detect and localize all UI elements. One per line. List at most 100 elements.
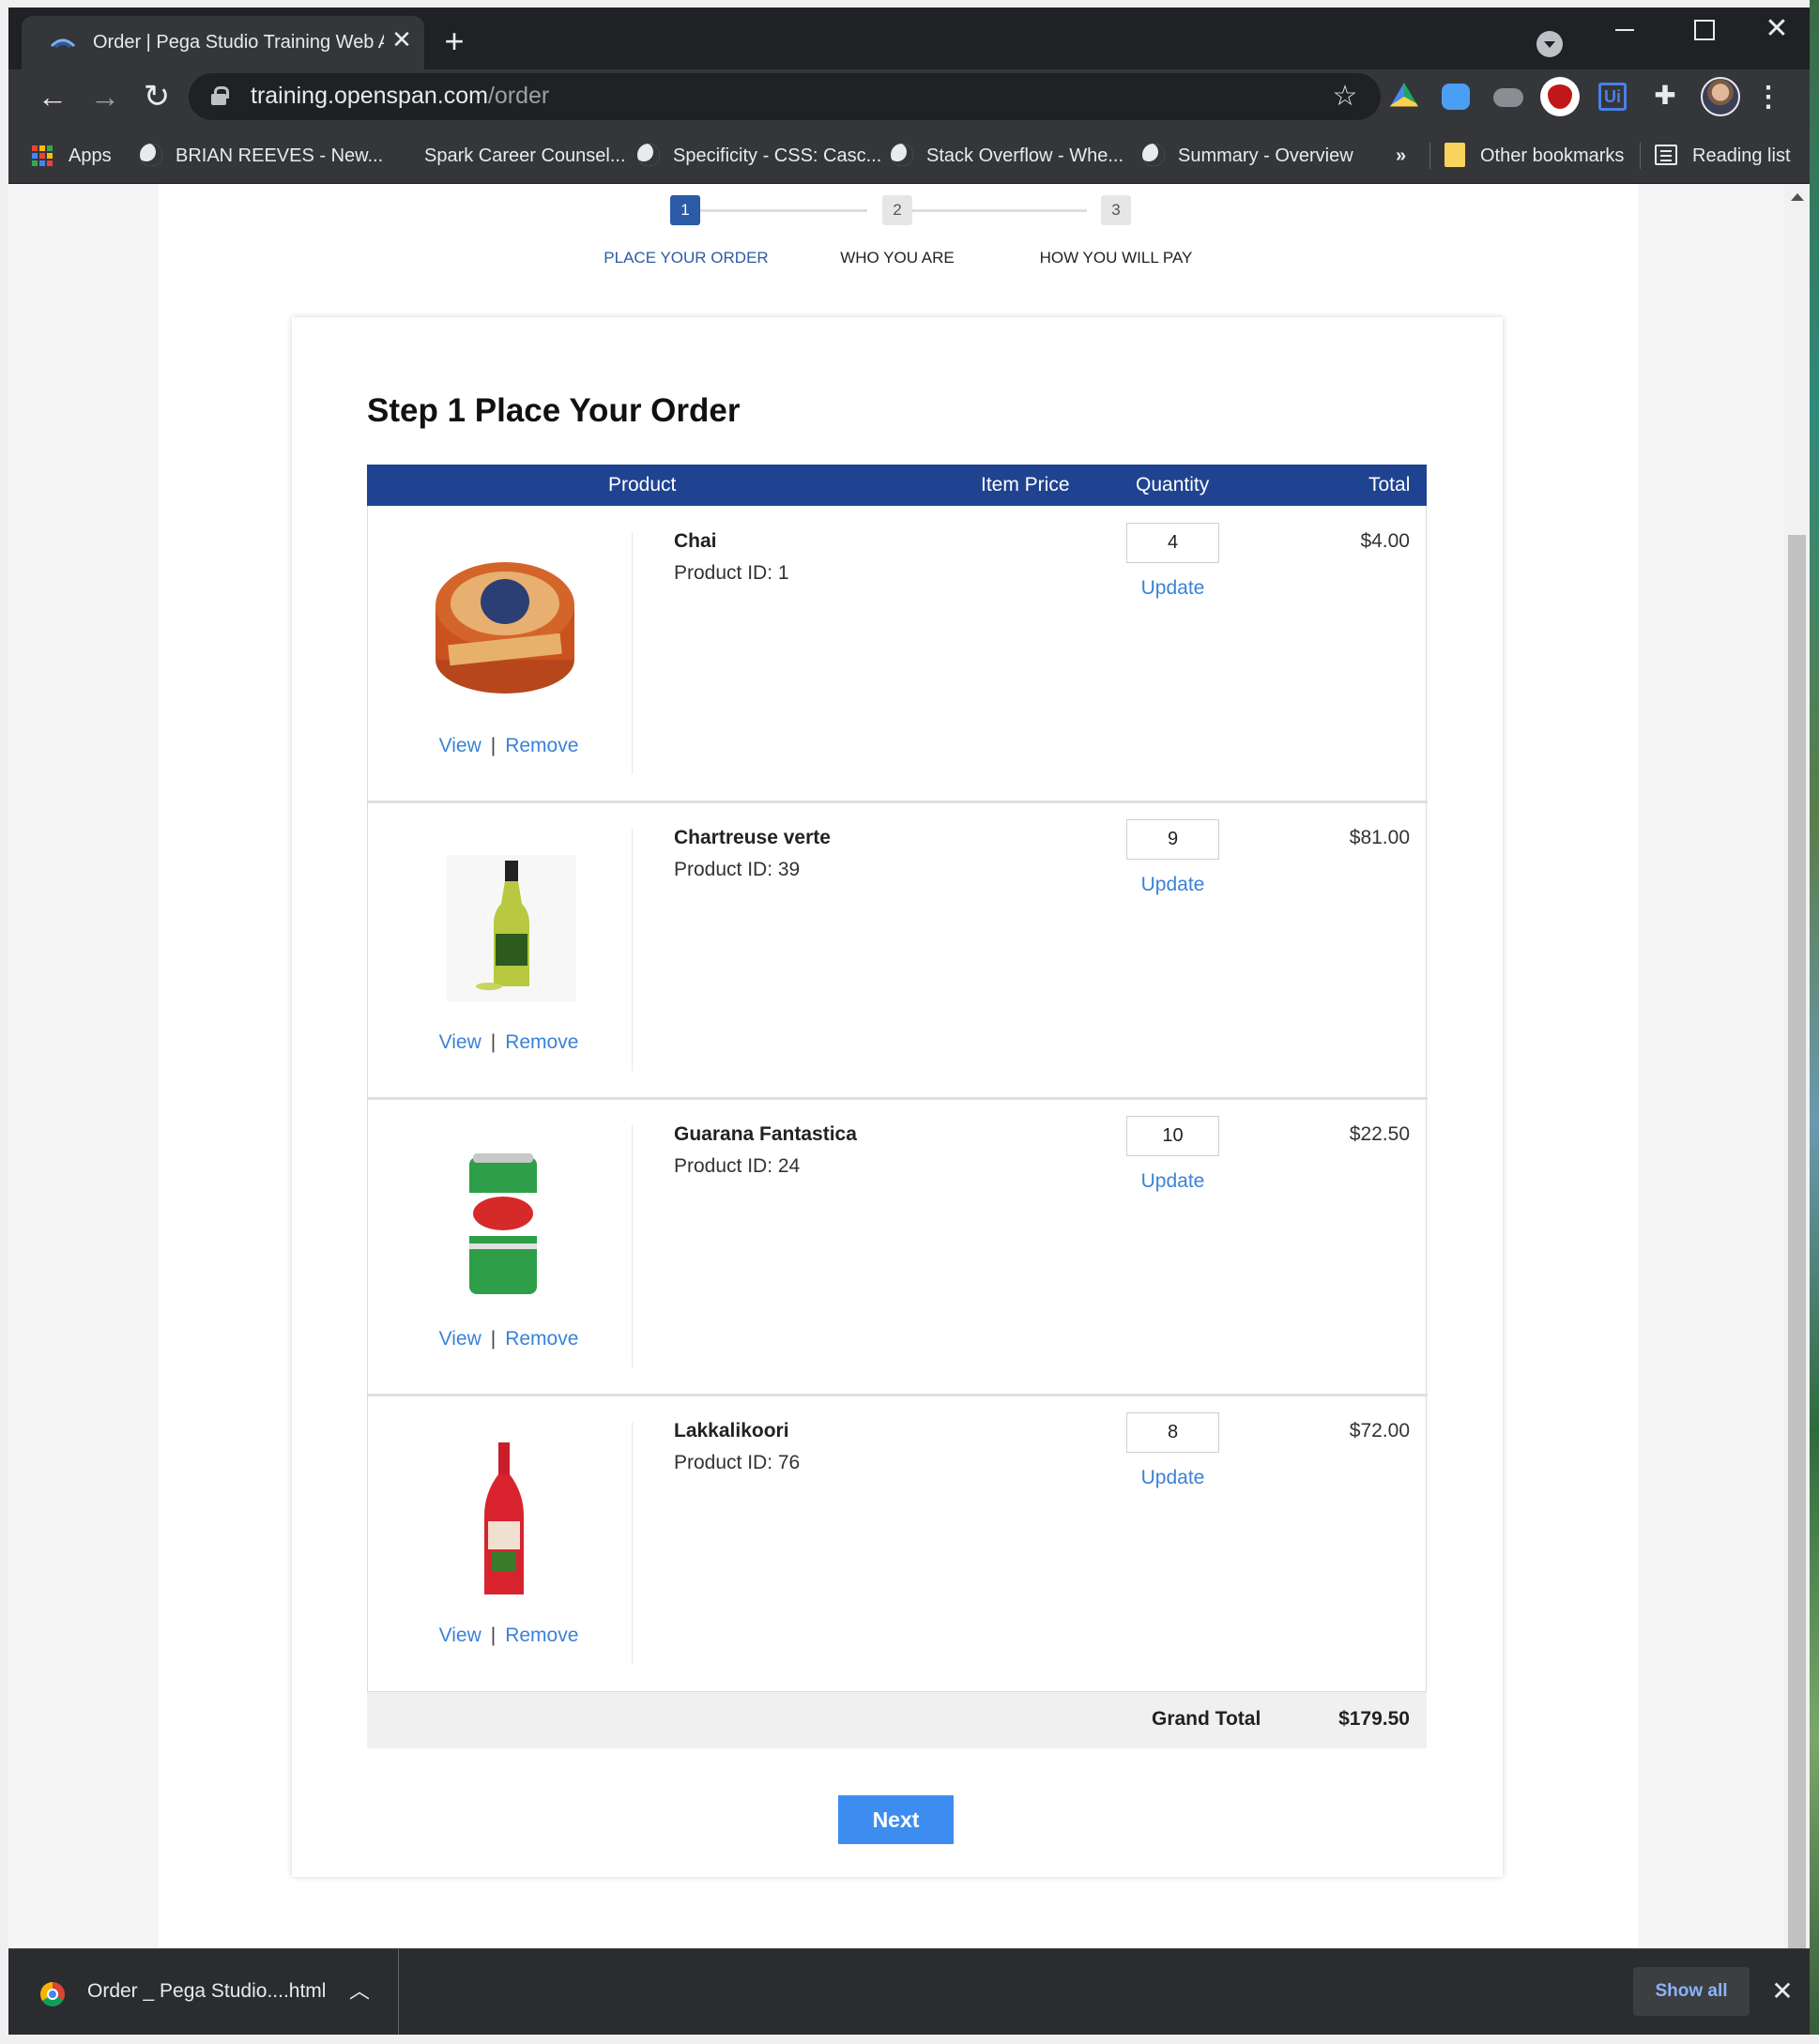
product-name: Guarana Fantastica: [674, 1123, 857, 1145]
icloud-icon[interactable]: [1442, 84, 1470, 110]
item-actions: View | Remove: [368, 1328, 650, 1350]
column-header-item-price: Item Price: [981, 474, 1070, 496]
step-2-marker[interactable]: 2: [882, 195, 912, 225]
update-link[interactable]: Update: [1109, 1170, 1236, 1193]
page-content: 1 2 3 PLACE YOUR ORDER WHO YOU ARE HOW Y…: [159, 184, 1638, 1948]
step-3-marker[interactable]: 3: [1101, 195, 1131, 225]
download-item[interactable]: Order _ Pega Studio....html ︿: [8, 1949, 399, 2035]
link-separator: |: [490, 1625, 497, 1646]
show-all-button[interactable]: Show all: [1633, 1967, 1750, 2016]
view-link[interactable]: View: [439, 1625, 482, 1646]
bookmark-label: Apps: [69, 145, 112, 166]
browser-toolbar: ← → ↻ training.openspan.com/order ☆ Ui ✚…: [8, 69, 1810, 128]
tab-order[interactable]: Order | Pega Studio Training Web Ap ✕: [22, 16, 424, 69]
update-link[interactable]: Update: [1109, 577, 1236, 600]
scrollbar-thumb[interactable]: [1788, 535, 1806, 1948]
bookmark-stack-overflow[interactable]: Stack Overflow - Whe...: [891, 141, 1124, 171]
line-total: $22.50: [1349, 1123, 1410, 1145]
bookmark-label: Reading list: [1692, 145, 1791, 166]
product-image-cell: View | Remove: [368, 1396, 633, 1692]
extensions-puzzle-icon[interactable]: ✚: [1650, 81, 1680, 111]
grand-total-row: Grand Total $179.50: [367, 1692, 1427, 1748]
remove-link[interactable]: Remove: [505, 1031, 578, 1053]
bookmark-specificity[interactable]: Specificity - CSS: Casc...: [637, 141, 881, 171]
remove-link[interactable]: Remove: [505, 1625, 578, 1646]
new-tab-icon[interactable]: +: [436, 24, 473, 62]
product-name: Chartreuse verte: [674, 827, 831, 848]
window-close-icon[interactable]: ✕: [1758, 13, 1796, 45]
grand-total-label: Grand Total: [1152, 1708, 1261, 1730]
bookmark-spark-career[interactable]: Spark Career Counsel...: [424, 141, 626, 171]
product-name: Chai: [674, 530, 717, 552]
close-shelf-icon[interactable]: ✕: [1767, 1975, 1797, 2007]
bookmark-summary-overview[interactable]: Summary - Overview: [1142, 141, 1353, 171]
bookmark-label: Spark Career Counsel...: [424, 145, 626, 166]
reading-list-icon: [1655, 144, 1677, 165]
quantity-input[interactable]: [1126, 819, 1219, 860]
table-row: View | Remove Chartreuse verte Product ID:…: [367, 801, 1428, 1099]
update-link[interactable]: Update: [1109, 874, 1236, 896]
stepper-line: [912, 209, 1087, 212]
browser-menu-icon[interactable]: ⋮: [1754, 79, 1782, 116]
url-path: /order: [487, 83, 550, 109]
table-row: View|Remove Chai Product ID: 1 $1.00 Upd…: [367, 506, 1427, 802]
guarana-can-image: [469, 1153, 537, 1294]
uipath-extension-icon[interactable]: Ui: [1598, 83, 1627, 111]
bookmark-brian-reeves[interactable]: BRIAN REEVES - New...: [140, 141, 383, 171]
item-actions: View | Remove: [368, 1031, 650, 1054]
page-scrollbar[interactable]: [1784, 184, 1810, 1948]
google-drive-icon[interactable]: [1390, 83, 1418, 107]
chevron-up-icon[interactable]: ︿: [348, 1977, 371, 2006]
view-link[interactable]: View: [439, 1031, 482, 1053]
column-divider: [632, 532, 633, 774]
tab-search-icon[interactable]: [1536, 31, 1563, 57]
grand-total-value: $179.50: [1338, 1708, 1410, 1730]
download-file-name: Order _ Pega Studio....html: [87, 1980, 327, 2002]
step-1-marker[interactable]: 1: [670, 195, 700, 225]
quantity-input[interactable]: [1126, 1412, 1219, 1453]
quantity-input[interactable]: [1126, 523, 1219, 563]
bookmark-apps[interactable]: Apps: [31, 141, 112, 171]
view-link[interactable]: View: [439, 1328, 482, 1350]
tab-strip: Order | Pega Studio Training Web Ap ✕ + …: [8, 8, 1810, 69]
line-total: $4.00: [1360, 530, 1410, 552]
maximize-icon[interactable]: [1684, 15, 1721, 43]
address-bar[interactable]: training.openspan.com/order ☆: [189, 73, 1381, 120]
mcafee-shield-icon[interactable]: [1540, 77, 1580, 116]
product-id: Product ID: 39: [674, 859, 801, 880]
forward-arrow-icon[interactable]: →: [85, 77, 125, 116]
desktop-wallpaper-edge: [1810, 0, 1819, 2044]
reload-icon[interactable]: ↻: [137, 77, 176, 116]
stepper-line: [695, 209, 867, 212]
cloud-extension-icon[interactable]: [1493, 88, 1523, 107]
globe-icon: [140, 143, 162, 166]
product-id: Product ID: 1: [674, 562, 789, 584]
scroll-up-arrow-icon[interactable]: [1791, 193, 1804, 201]
reading-list[interactable]: Reading list: [1655, 141, 1791, 171]
globe-icon: [637, 143, 660, 166]
next-button[interactable]: Next: [838, 1795, 954, 1844]
tab-close-icon[interactable]: ✕: [390, 25, 414, 53]
bookmarks-overflow-chevron[interactable]: »: [1396, 141, 1406, 171]
bookmark-other-bookmarks[interactable]: Other bookmarks: [1444, 141, 1624, 171]
step-3-label: HOW YOU WILL PAY: [1039, 249, 1193, 267]
view-link[interactable]: View: [439, 735, 482, 756]
link-separator: |: [490, 735, 497, 756]
quantity-input[interactable]: [1126, 1116, 1219, 1156]
remove-link[interactable]: Remove: [505, 735, 578, 756]
bookmark-label: Stack Overflow - Whe...: [926, 145, 1124, 166]
minimize-icon[interactable]: [1606, 15, 1643, 43]
page-viewport: 1 2 3 PLACE YOUR ORDER WHO YOU ARE HOW Y…: [8, 184, 1810, 1948]
apps-grid-icon: [31, 145, 54, 167]
update-link[interactable]: Update: [1109, 1467, 1236, 1489]
remove-link[interactable]: Remove: [505, 1328, 578, 1350]
back-arrow-icon[interactable]: ←: [33, 77, 72, 116]
url-text[interactable]: training.openspan.com/order: [251, 83, 549, 110]
bookmark-star-icon[interactable]: ☆: [1328, 80, 1362, 114]
tab-title: Order | Pega Studio Training Web Ap: [93, 32, 384, 53]
lock-icon[interactable]: [211, 86, 229, 105]
chai-tin-image: [436, 562, 574, 694]
profile-avatar[interactable]: [1701, 77, 1740, 116]
desktop-background-bottom: [0, 2035, 1819, 2044]
item-actions: View | Remove: [368, 1625, 650, 1647]
